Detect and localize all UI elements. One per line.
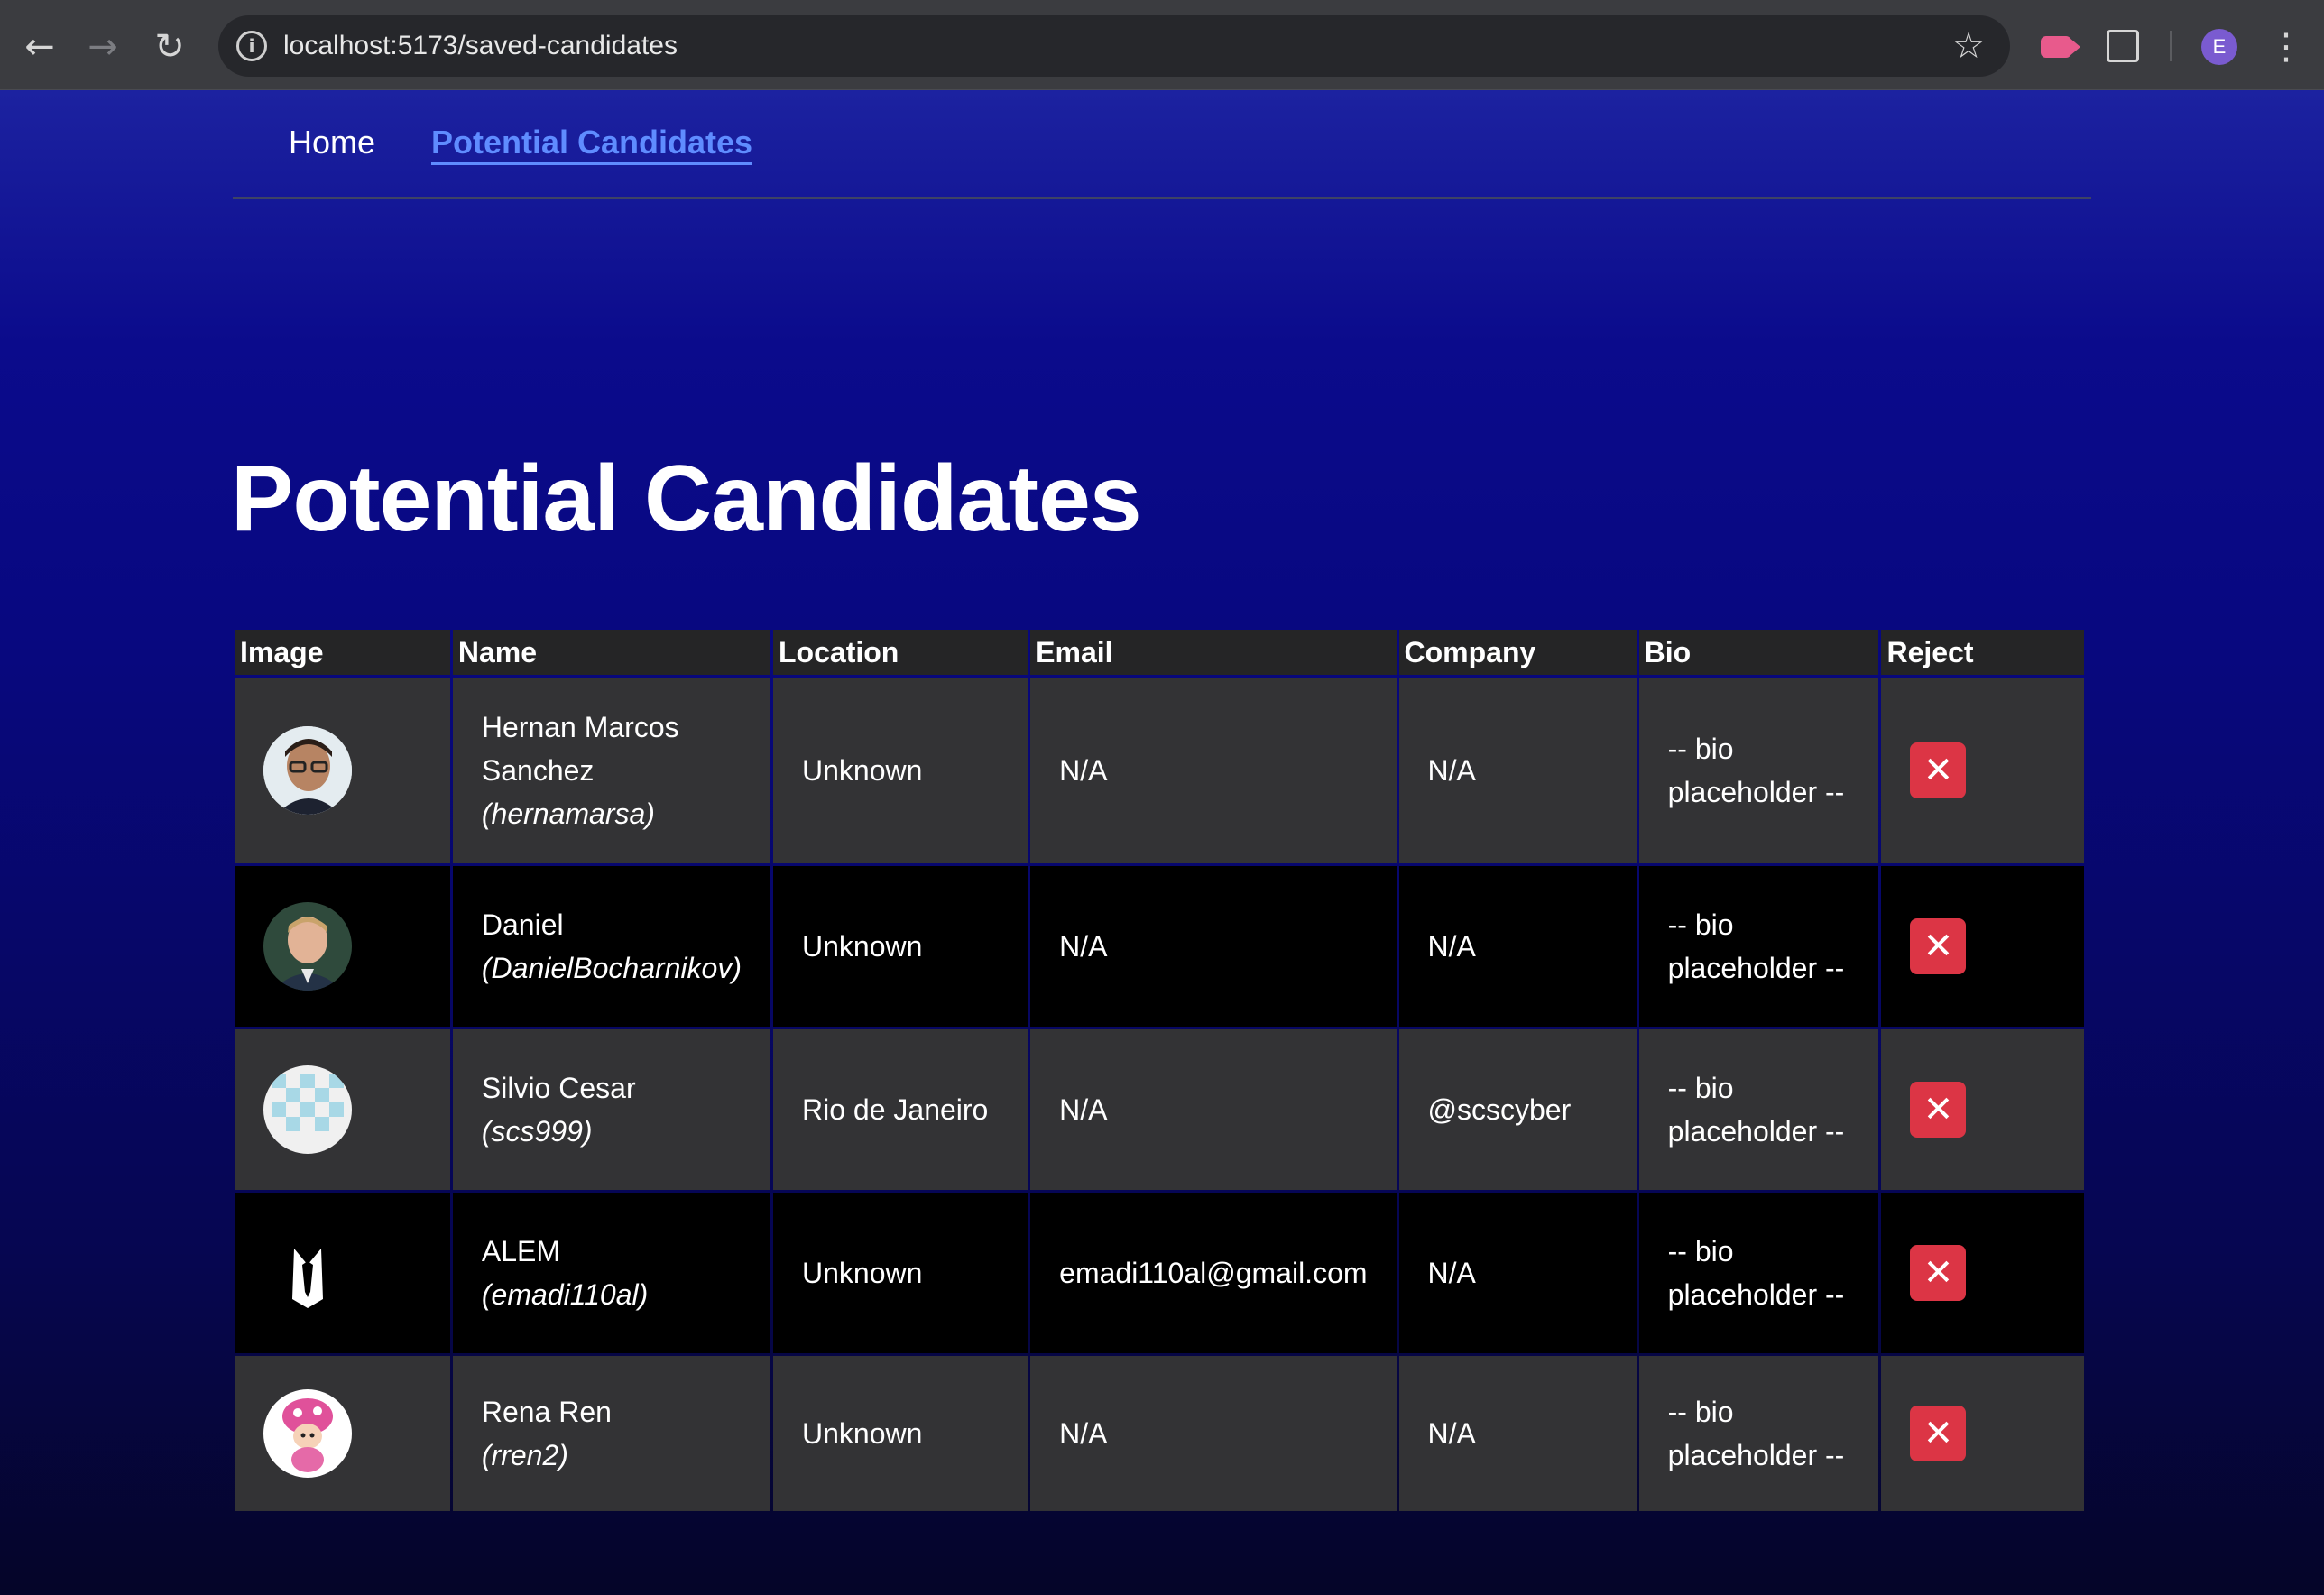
table-header-row: Image Name Location Email Company Bio Re… bbox=[235, 630, 2084, 675]
nav-potential-candidates-link[interactable]: Potential Candidates bbox=[431, 123, 753, 165]
reject-button[interactable]: ✕ bbox=[1910, 918, 1967, 974]
reject-cell: ✕ bbox=[1881, 866, 2084, 1027]
avatar-identicon bbox=[263, 1065, 352, 1154]
candidate-login: (hernamarsa) bbox=[481, 798, 655, 830]
bio-cell: -- bio placeholder -- bbox=[1638, 1029, 1879, 1190]
avatar-toadette bbox=[263, 1389, 352, 1478]
location-cell: Unknown bbox=[773, 1193, 1028, 1353]
column-header-bio: Bio bbox=[1638, 630, 1879, 675]
browser-menu-icon[interactable]: ⋮ bbox=[2268, 25, 2304, 69]
reject-button[interactable]: ✕ bbox=[1910, 742, 1967, 798]
email-cell: N/A bbox=[1030, 866, 1397, 1027]
candidates-table: Image Name Location Email Company Bio Re… bbox=[232, 627, 2087, 1514]
bio-cell: -- bio placeholder -- bbox=[1638, 678, 1879, 863]
name-cell: Daniel (DanielBocharnikov) bbox=[452, 866, 770, 1027]
close-icon: ✕ bbox=[1923, 1252, 1954, 1294]
location-cell: Unknown bbox=[773, 1356, 1028, 1511]
close-icon: ✕ bbox=[1923, 1413, 1954, 1454]
avatar-cell bbox=[235, 1029, 450, 1190]
company-cell: N/A bbox=[1398, 1193, 1637, 1353]
table-row: Rena Ren (rren2) Unknown N/A N/A -- bio … bbox=[235, 1356, 2084, 1511]
column-header-name: Name bbox=[452, 630, 770, 675]
reject-button[interactable]: ✕ bbox=[1910, 1245, 1967, 1301]
extensions-puzzle-icon[interactable] bbox=[2107, 30, 2139, 62]
candidate-login: (scs999) bbox=[481, 1115, 593, 1148]
company-cell: N/A bbox=[1398, 1356, 1637, 1511]
candidate-name: Rena Ren bbox=[481, 1396, 612, 1428]
reject-cell: ✕ bbox=[1881, 1029, 2084, 1190]
bookmark-star-icon[interactable]: ☆ bbox=[1952, 24, 1985, 68]
reject-cell: ✕ bbox=[1881, 1356, 2084, 1511]
avatar-photo-man bbox=[263, 902, 352, 991]
extension-tag-icon[interactable] bbox=[2041, 36, 2080, 58]
browser-toolbar: ← → ↻ i localhost:5173/saved-candidates … bbox=[0, 0, 2324, 90]
reload-icon[interactable]: ↻ bbox=[148, 25, 191, 69]
email-cell: N/A bbox=[1030, 1029, 1397, 1190]
candidate-login: (emadi110al) bbox=[481, 1278, 649, 1311]
avatar-cell bbox=[235, 678, 450, 863]
bio-cell: -- bio placeholder -- bbox=[1638, 866, 1879, 1027]
table-row: Silvio Cesar (scs999) Rio de Janeiro N/A… bbox=[235, 1029, 2084, 1190]
bio-cell: -- bio placeholder -- bbox=[1638, 1356, 1879, 1511]
close-icon: ✕ bbox=[1923, 750, 1954, 791]
column-header-reject: Reject bbox=[1881, 630, 2084, 675]
url-text[interactable]: localhost:5173/saved-candidates bbox=[283, 15, 678, 77]
top-nav: Home Potential Candidates bbox=[233, 90, 2091, 199]
table-row: Hernan Marcos Sanchez (hernamarsa) Unkno… bbox=[235, 678, 2084, 863]
candidate-name: Daniel bbox=[481, 908, 564, 941]
page-title: Potential Candidates bbox=[231, 447, 1142, 551]
table-row: ALEM (emadi110al) Unknown emadi110al@gma… bbox=[235, 1193, 2084, 1353]
bio-cell: -- bio placeholder -- bbox=[1638, 1193, 1879, 1353]
close-icon: ✕ bbox=[1923, 926, 1954, 967]
candidate-name: Silvio Cesar bbox=[481, 1072, 636, 1104]
avatar-tuxedo bbox=[263, 1229, 352, 1317]
name-cell: ALEM (emadi110al) bbox=[452, 1193, 770, 1353]
company-cell: @scscyber bbox=[1398, 1029, 1637, 1190]
avatar-photo-glasses bbox=[263, 726, 352, 815]
location-cell: Rio de Janeiro bbox=[773, 1029, 1028, 1190]
reject-cell: ✕ bbox=[1881, 1193, 2084, 1353]
name-cell: Silvio Cesar (scs999) bbox=[452, 1029, 770, 1190]
avatar-cell bbox=[235, 1356, 450, 1511]
avatar-cell bbox=[235, 866, 450, 1027]
address-bar[interactable]: i localhost:5173/saved-candidates ☆ bbox=[218, 15, 2010, 77]
forward-arrow-icon[interactable]: → bbox=[81, 25, 124, 69]
close-icon: ✕ bbox=[1923, 1089, 1954, 1130]
reject-cell: ✕ bbox=[1881, 678, 2084, 863]
column-header-image: Image bbox=[235, 630, 450, 675]
reject-button[interactable]: ✕ bbox=[1910, 1082, 1967, 1138]
email-cell: N/A bbox=[1030, 1356, 1397, 1511]
avatar-cell bbox=[235, 1193, 450, 1353]
company-cell: N/A bbox=[1398, 866, 1637, 1027]
column-header-company: Company bbox=[1398, 630, 1637, 675]
reject-button[interactable]: ✕ bbox=[1910, 1406, 1967, 1461]
table-row: Daniel (DanielBocharnikov) Unknown N/A N… bbox=[235, 866, 2084, 1027]
toolbar-divider bbox=[2170, 31, 2172, 61]
email-cell: N/A bbox=[1030, 678, 1397, 863]
back-arrow-icon[interactable]: ← bbox=[18, 25, 61, 69]
column-header-location: Location bbox=[773, 630, 1028, 675]
email-cell: emadi110al@gmail.com bbox=[1030, 1193, 1397, 1353]
location-cell: Unknown bbox=[773, 678, 1028, 863]
candidate-login: (rren2) bbox=[481, 1439, 568, 1471]
site-info-icon[interactable]: i bbox=[236, 31, 267, 61]
nav-home-link[interactable]: Home bbox=[289, 123, 375, 162]
name-cell: Hernan Marcos Sanchez (hernamarsa) bbox=[452, 678, 770, 863]
candidate-name: ALEM bbox=[481, 1235, 561, 1268]
candidate-login: (DanielBocharnikov) bbox=[481, 952, 742, 984]
column-header-email: Email bbox=[1030, 630, 1397, 675]
name-cell: Rena Ren (rren2) bbox=[452, 1356, 770, 1511]
company-cell: N/A bbox=[1398, 678, 1637, 863]
page-viewport: Home Potential Candidates Potential Cand… bbox=[0, 90, 2324, 1595]
profile-avatar[interactable]: E bbox=[2201, 29, 2237, 65]
candidate-name: Hernan Marcos Sanchez bbox=[481, 711, 679, 787]
location-cell: Unknown bbox=[773, 866, 1028, 1027]
